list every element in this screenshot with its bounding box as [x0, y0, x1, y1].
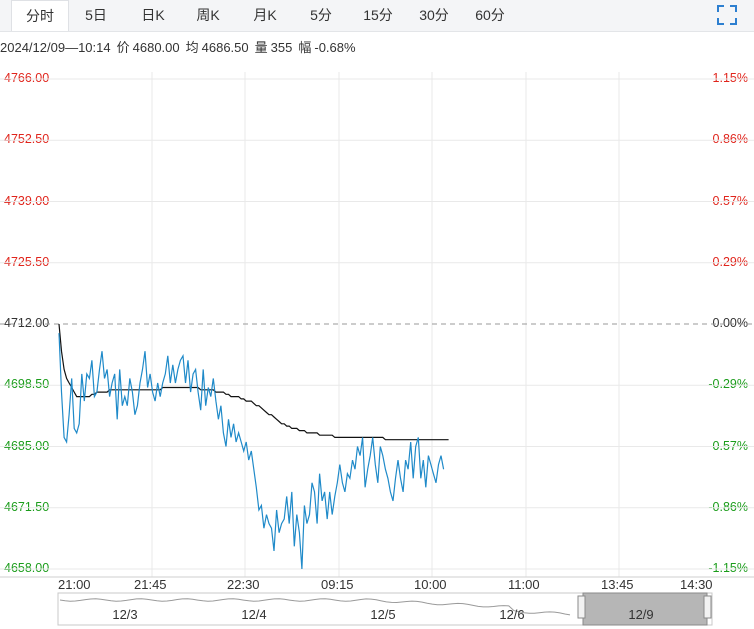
navigator-right-handle[interactable]	[703, 595, 712, 619]
intraday-chart[interactable]: 12/3 12/4 12/5 12/6 12/9	[0, 0, 754, 629]
navigator-left-handle[interactable]	[577, 595, 586, 619]
navigator-date-label: 12/6	[499, 607, 524, 622]
price-line	[58, 333, 445, 570]
navigator-date-label: 12/3	[112, 607, 137, 622]
navigator-date-label: 12/9	[628, 607, 653, 622]
average-price-line	[58, 323, 449, 441]
navigator-date-label: 12/4	[241, 607, 266, 622]
navigator-date-label: 12/5	[370, 607, 395, 622]
